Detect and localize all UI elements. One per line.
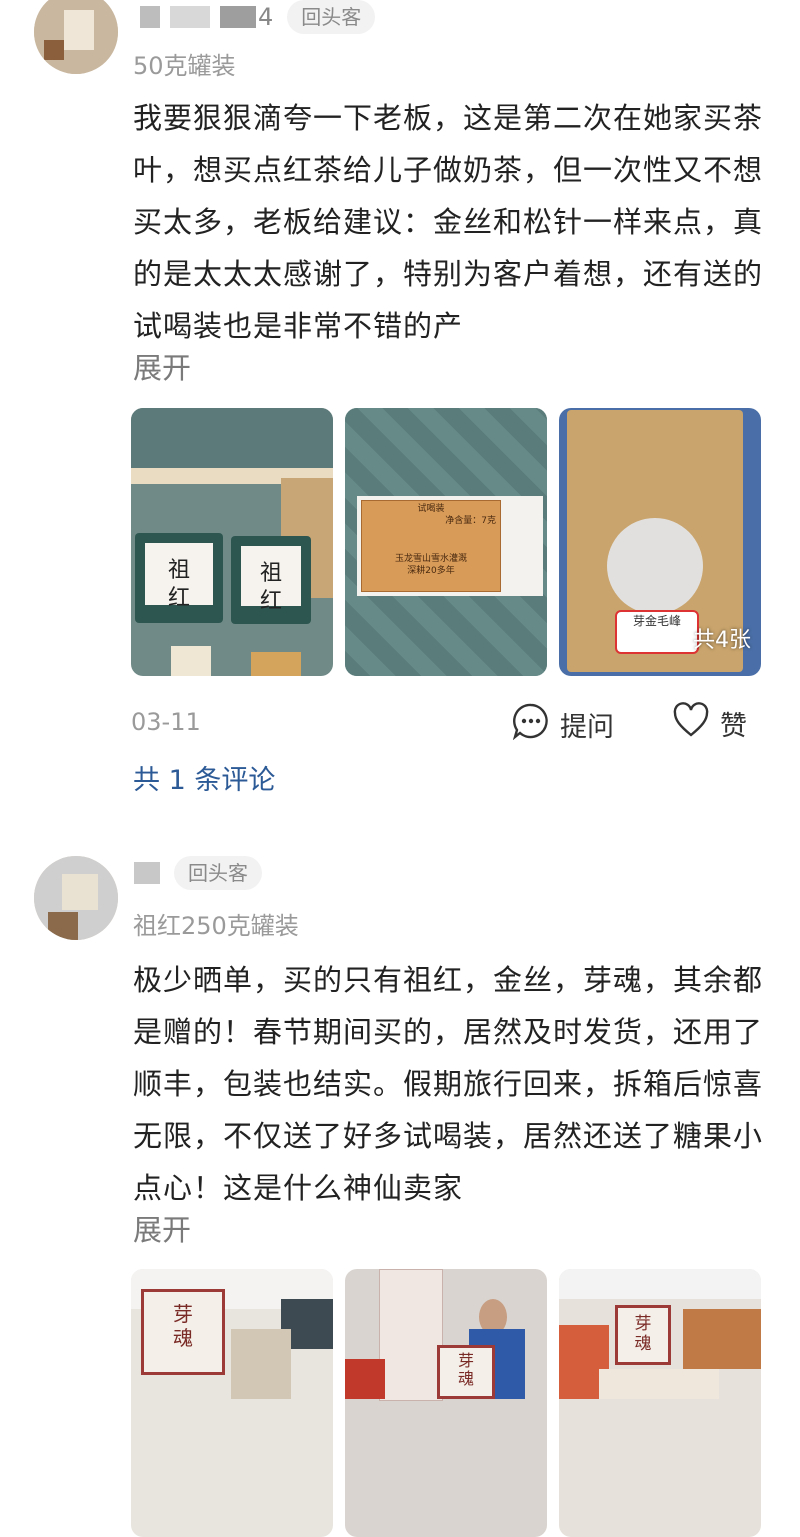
- comment-icon: [512, 702, 550, 747]
- tin-text: 红: [167, 586, 190, 611]
- review-photo[interactable]: 芽 魂: [345, 1269, 547, 1537]
- repeat-customer-badge: 回头客: [174, 856, 262, 890]
- review-item: 回头客 祖红250克罐装 极少晒单，买的只有祖红，金丝，芽魂，其余都是赠的！春节…: [0, 850, 800, 1537]
- avatar[interactable]: [34, 856, 118, 940]
- card-text: 深耕20多年: [407, 566, 455, 576]
- box-text: 芽: [457, 1351, 474, 1370]
- tin-text: 红: [259, 589, 282, 614]
- section-divider: [0, 820, 800, 832]
- like-label: 赞: [720, 711, 747, 742]
- review-text: 我要狠狠滴夸一下老板，这是第二次在她家买茶叶，想买点红茶给儿子做奶茶，但一次性又…: [133, 101, 764, 343]
- like-button[interactable]: 赞: [672, 702, 747, 745]
- photo-count: 共4张: [693, 628, 751, 653]
- card-text: 净含量：7克: [445, 516, 496, 526]
- review-photo[interactable]: 芽金毛峰 共4张: [559, 408, 761, 676]
- avatar[interactable]: [34, 0, 118, 74]
- review-photo[interactable]: 试喝装 净含量：7克 玉龙雪山雪水灌溉 深耕20多年: [345, 408, 547, 676]
- review-text: 极少晒单，买的只有祖红，金丝，芽魂，其余都是赠的！春节期间买的，居然及时发货，还…: [133, 963, 764, 1205]
- repeat-customer-badge: 回头客: [287, 0, 376, 34]
- tin-text: 祖: [259, 561, 282, 586]
- product-spec: 50克罐装: [133, 52, 236, 80]
- ask-label: 提问: [560, 712, 614, 743]
- ask-button[interactable]: 提问: [512, 702, 614, 747]
- photo-gallery: 芽 魂 芽 魂 芽 魂: [131, 1269, 761, 1537]
- username-suffix: 4: [258, 3, 274, 31]
- username-blurred: [220, 6, 256, 28]
- heart-icon: [672, 702, 710, 745]
- review-photo[interactable]: 芽 魂: [131, 1269, 333, 1537]
- user-info: 回头客: [134, 856, 262, 890]
- user-info: 4 回头客: [134, 0, 376, 34]
- card-text: 玉龙雪山雪水灌溉: [394, 554, 467, 564]
- product-spec: 祖红250克罐装: [133, 912, 299, 940]
- photo-gallery: 祖 红 祖 红 试喝装 净含量：7克 玉龙雪山雪水灌溉 深耕20多年 芽金毛峰 …: [131, 408, 761, 676]
- box-text: 魂: [457, 1369, 474, 1388]
- username-blurred: [170, 6, 210, 28]
- review-item: 4 回头客 50克罐装 我要狠狠滴夸一下老板，这是第二次在她家买茶叶，想买点红茶…: [0, 0, 800, 820]
- box-text: 魂: [634, 1334, 652, 1354]
- card-title: 试喝装: [417, 504, 445, 514]
- box-text: 魂: [173, 1326, 193, 1350]
- review-date: 03-11: [131, 708, 201, 736]
- box-text: 芽: [634, 1314, 652, 1334]
- review-photo[interactable]: 芽 魂: [559, 1269, 761, 1537]
- pouch-label: 芽金毛峰: [632, 614, 681, 628]
- expand-link[interactable]: 展开: [133, 345, 191, 387]
- username-blurred: [140, 6, 160, 28]
- review-photo[interactable]: 祖 红 祖 红: [131, 408, 333, 676]
- expand-link[interactable]: 展开: [133, 1207, 191, 1249]
- username-blurred: [134, 862, 160, 884]
- comments-link[interactable]: 共 1 条评论: [133, 758, 275, 797]
- box-text: 芽: [173, 1302, 193, 1326]
- tin-text: 祖: [167, 558, 190, 583]
